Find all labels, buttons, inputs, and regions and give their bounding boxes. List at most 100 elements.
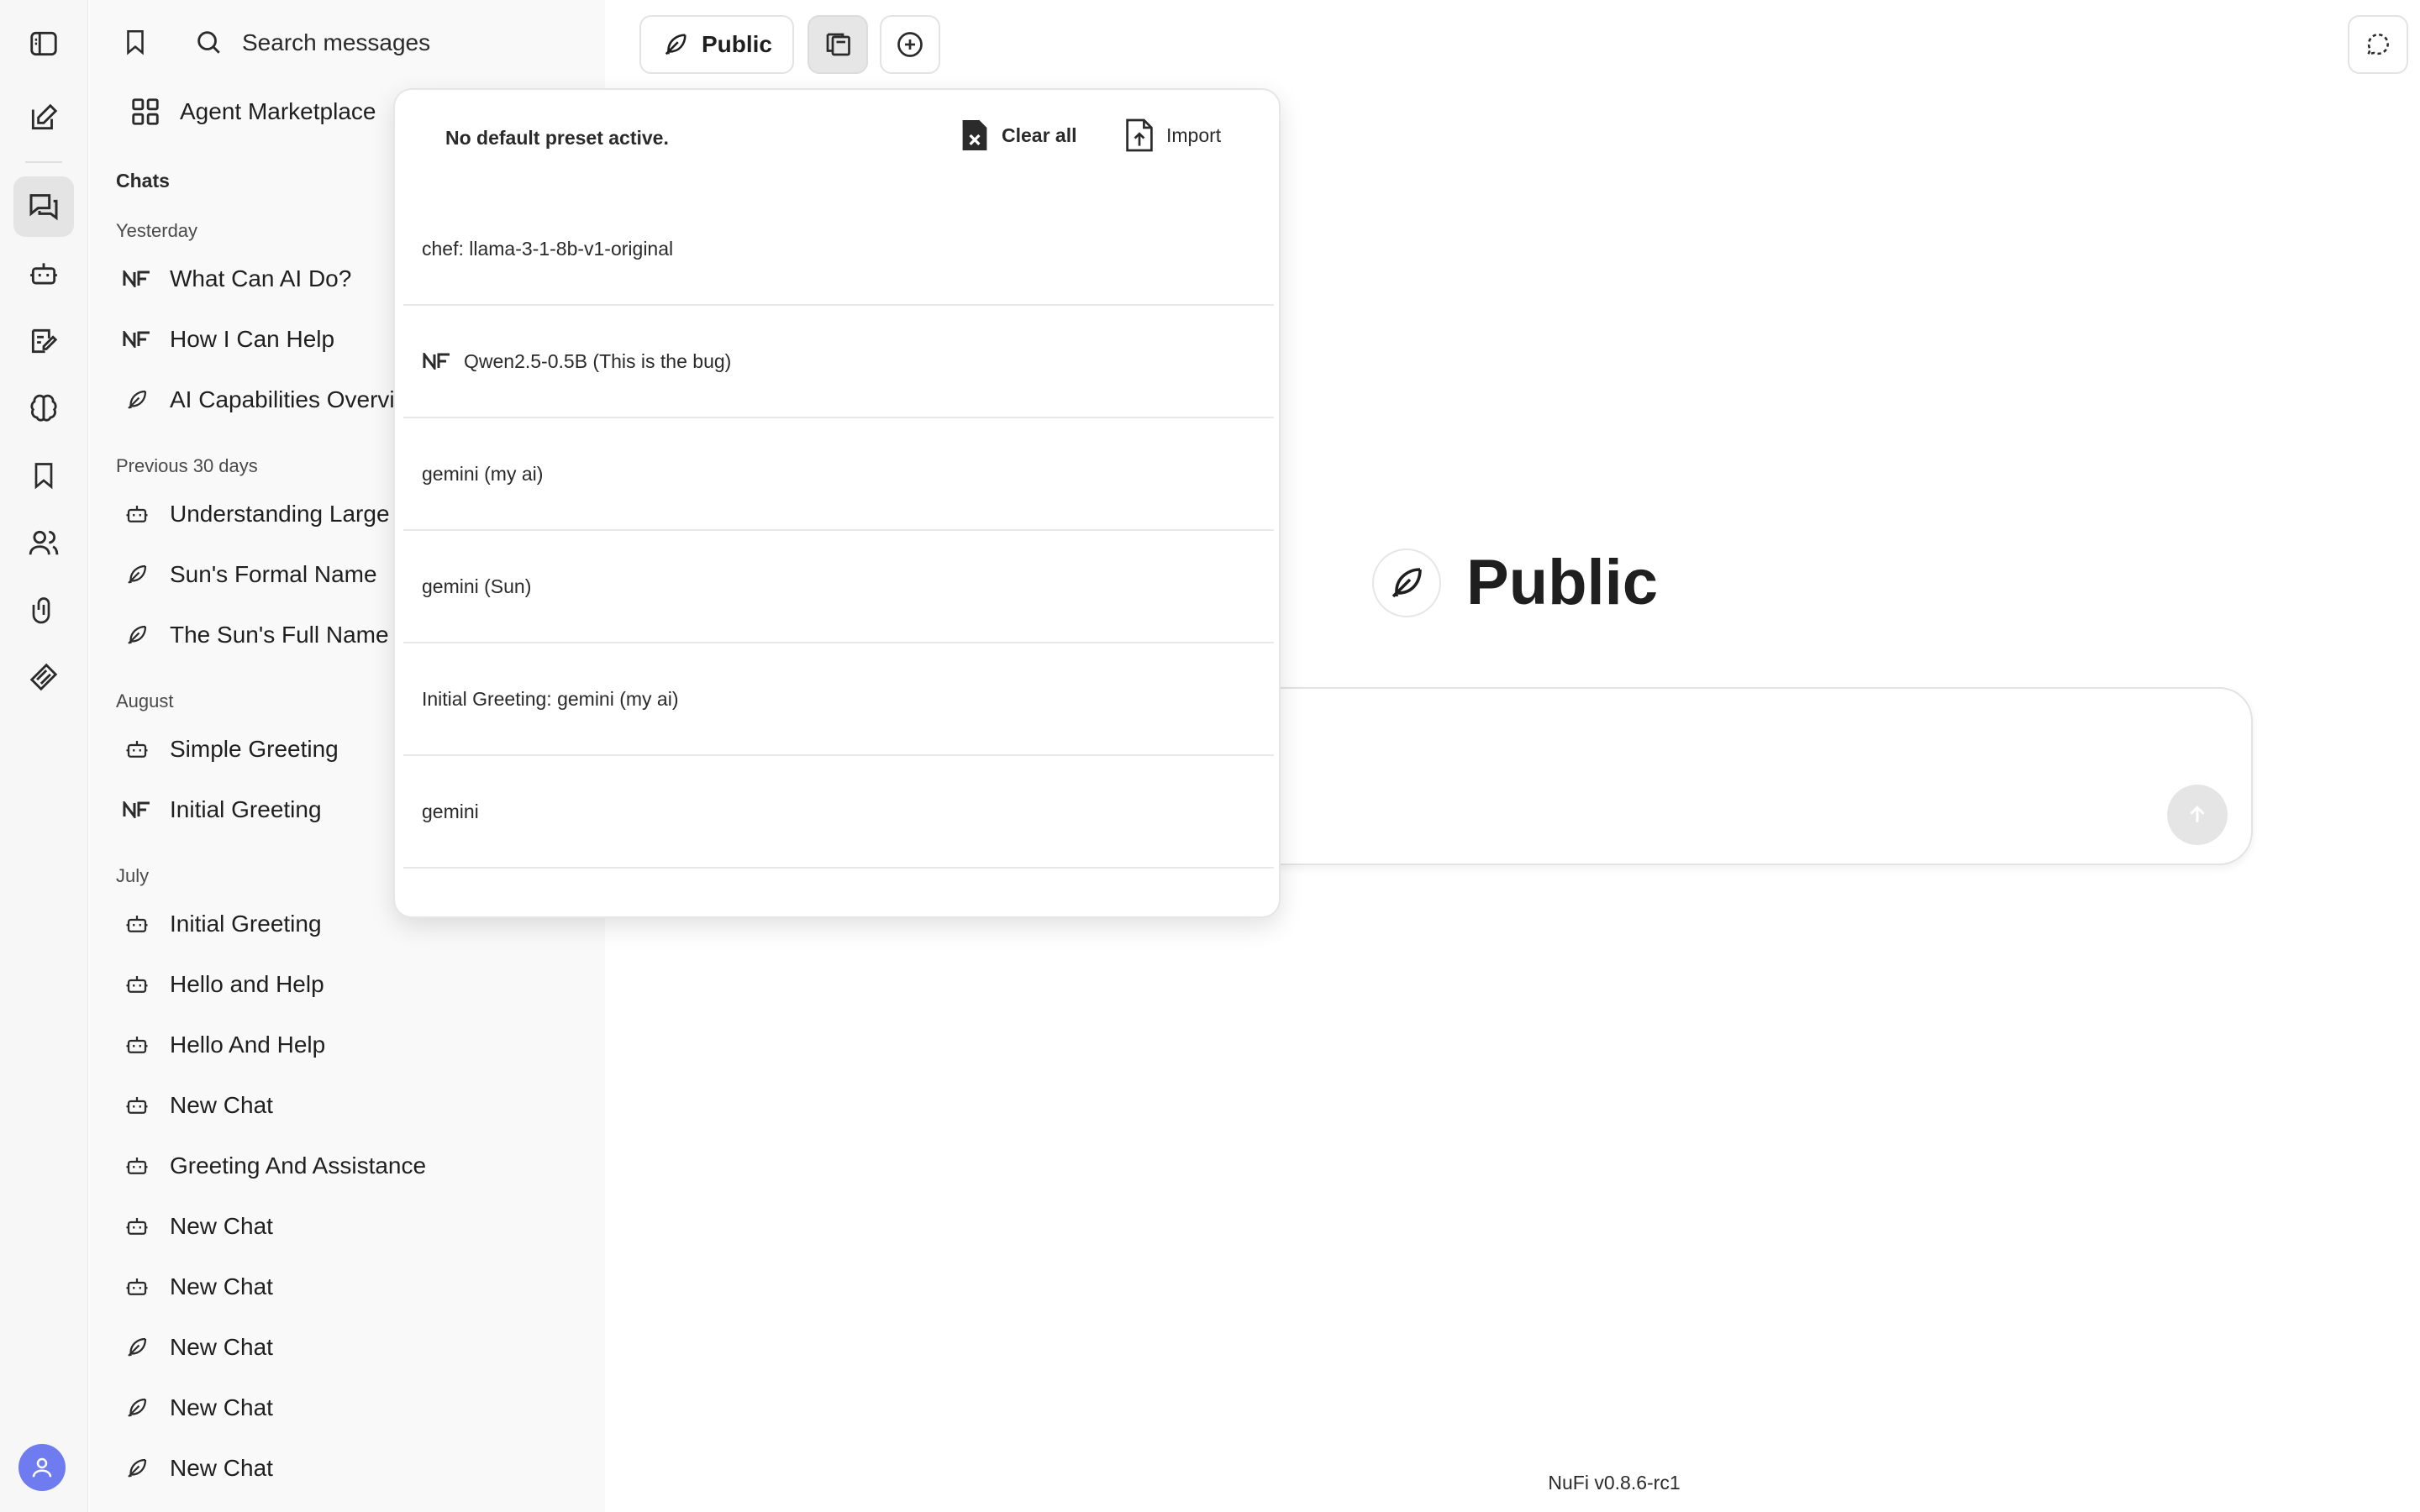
- preset-label: chef: llama-3-1-8b-v1-original: [422, 237, 674, 260]
- chat-item[interactable]: New Chat: [123, 1263, 593, 1310]
- sidebar-search-bar: [89, 15, 605, 71]
- chat-title: New Chat: [170, 1455, 273, 1481]
- nf-logo-icon: [123, 325, 151, 354]
- user-avatar[interactable]: [18, 1444, 66, 1491]
- feather-icon: [123, 386, 151, 414]
- chat-title: New Chat: [170, 1334, 273, 1360]
- preset-item[interactable]: Qwen2.5-0.5B (This is the bug): [403, 306, 1274, 418]
- file-upload-icon: [1124, 117, 1155, 154]
- popover-header: No default preset active. Clear all Impo…: [395, 108, 1279, 167]
- chat-title: Initial Greeting: [170, 911, 322, 937]
- preset-item[interactable]: gemini (Sun): [403, 531, 1274, 643]
- preset-label: Qwen2.5-0.5B (This is the bug): [464, 349, 732, 372]
- preset-item[interactable]: gemini: [403, 756, 1274, 869]
- import-label: Import: [1166, 123, 1222, 146]
- feather-icon: [1372, 548, 1441, 617]
- presets-popover: No default preset active. Clear all Impo…: [393, 88, 1281, 918]
- feather-icon: [123, 1394, 151, 1422]
- chat-title: Simple Greeting: [170, 736, 339, 762]
- bot-icon: [123, 500, 151, 528]
- presets-button[interactable]: [808, 15, 868, 74]
- bot-icon: [123, 1091, 151, 1120]
- dashed-chat-icon: [2364, 30, 2392, 59]
- chat-title: The Sun's Full Name: [170, 622, 389, 648]
- new-chat-icon[interactable]: [13, 87, 74, 148]
- bots-icon[interactable]: [13, 244, 74, 304]
- chat-item[interactable]: Hello and Help: [123, 961, 593, 1008]
- users-icon[interactable]: [13, 512, 74, 573]
- clear-all-button[interactable]: Clear all: [960, 117, 1077, 154]
- feather-icon: [123, 1333, 151, 1362]
- chat-title: Sun's Formal Name: [170, 561, 377, 587]
- feather-icon: [661, 30, 690, 59]
- chat-title: Hello and Help: [170, 971, 324, 997]
- preset-label: gemini (Sun): [422, 575, 532, 597]
- marketplace-label: Agent Marketplace: [180, 98, 376, 124]
- chat-title: Hello And Help: [170, 1032, 326, 1058]
- chat-title: New Chat: [170, 1092, 273, 1118]
- toggle-sidebar-icon[interactable]: [13, 13, 74, 74]
- agent-marketplace-link[interactable]: Agent Marketplace: [129, 91, 376, 133]
- preset-label: gemini: [422, 914, 479, 917]
- chat-title: Greeting And Assistance: [170, 1152, 427, 1179]
- file-x-icon: [960, 117, 990, 154]
- preset-item[interactable]: gemini (my ai): [403, 418, 1274, 531]
- chat-item[interactable]: Greeting And Assistance: [123, 1142, 593, 1189]
- bot-icon: [123, 735, 151, 764]
- chat-item[interactable]: Hello And Help: [123, 1021, 593, 1068]
- brain-icon[interactable]: [13, 378, 74, 438]
- endpoint-label: Public: [701, 31, 772, 57]
- chat-title: How I Can Help: [170, 326, 335, 352]
- presets-icon: [823, 29, 853, 60]
- bookmark-icon[interactable]: [13, 445, 74, 506]
- bot-icon: [123, 1152, 151, 1180]
- temporary-chat-button[interactable]: [2348, 15, 2408, 74]
- bot-icon: [123, 1212, 151, 1241]
- chat-title: New Chat: [170, 1273, 273, 1299]
- prompts-icon[interactable]: [13, 311, 74, 371]
- attachment-icon[interactable]: [13, 580, 74, 640]
- grid-icon: [129, 96, 161, 128]
- landing-title: Public: [1466, 547, 1659, 618]
- chat-item[interactable]: New Chat: [123, 1203, 593, 1250]
- bot-icon: [123, 910, 151, 938]
- search-icon: [194, 28, 223, 56]
- preset-item[interactable]: chef: llama-3-1-8b-v1-original: [403, 193, 1274, 306]
- feather-icon: [123, 1454, 151, 1483]
- bot-icon: [123, 1273, 151, 1301]
- preset-label: gemini: [422, 800, 479, 822]
- chat-title: What Can AI Do?: [170, 265, 352, 291]
- group-label: Yesterday: [116, 220, 198, 241]
- clear-all-label: Clear all: [1002, 123, 1077, 146]
- chat-item[interactable]: New Chat: [123, 1082, 593, 1129]
- group-label: August: [116, 690, 174, 711]
- bot-icon: [123, 970, 151, 999]
- chats-icon[interactable]: [13, 176, 74, 237]
- chats-section-title: Chats: [116, 170, 170, 192]
- chat-item[interactable]: New Chat: [123, 1445, 593, 1492]
- version-footer: NuFi v0.8.6-rc1: [1548, 1472, 1681, 1494]
- nf-logo-icon: [123, 795, 151, 824]
- preset-status: No default preset active.: [445, 127, 669, 149]
- group-label: July: [116, 865, 150, 886]
- landing-hero: Public: [1372, 546, 1658, 619]
- search-input[interactable]: [242, 24, 578, 62]
- nf-logo-icon: [123, 265, 151, 293]
- chat-title: Initial Greeting: [170, 796, 322, 822]
- plugins-icon[interactable]: [13, 647, 74, 707]
- chat-title: New Chat: [170, 1394, 273, 1420]
- feather-icon: [123, 621, 151, 649]
- preset-item[interactable]: gemini: [403, 869, 1274, 917]
- feather-icon: [123, 560, 151, 589]
- bookmark-filter-icon[interactable]: [121, 25, 150, 59]
- preset-label: Initial Greeting: gemini (my ai): [422, 687, 679, 710]
- chat-item[interactable]: New Chat: [123, 1324, 593, 1371]
- plus-circle-icon: [895, 29, 925, 60]
- endpoint-selector-button[interactable]: Public: [639, 15, 794, 74]
- new-conversation-button[interactable]: [880, 15, 940, 74]
- import-button[interactable]: Import: [1124, 117, 1221, 154]
- chat-item[interactable]: New Chat: [123, 1384, 593, 1431]
- group-label: Previous 30 days: [116, 455, 258, 476]
- preset-item[interactable]: Initial Greeting: gemini (my ai): [403, 643, 1274, 756]
- send-button[interactable]: [2167, 785, 2228, 845]
